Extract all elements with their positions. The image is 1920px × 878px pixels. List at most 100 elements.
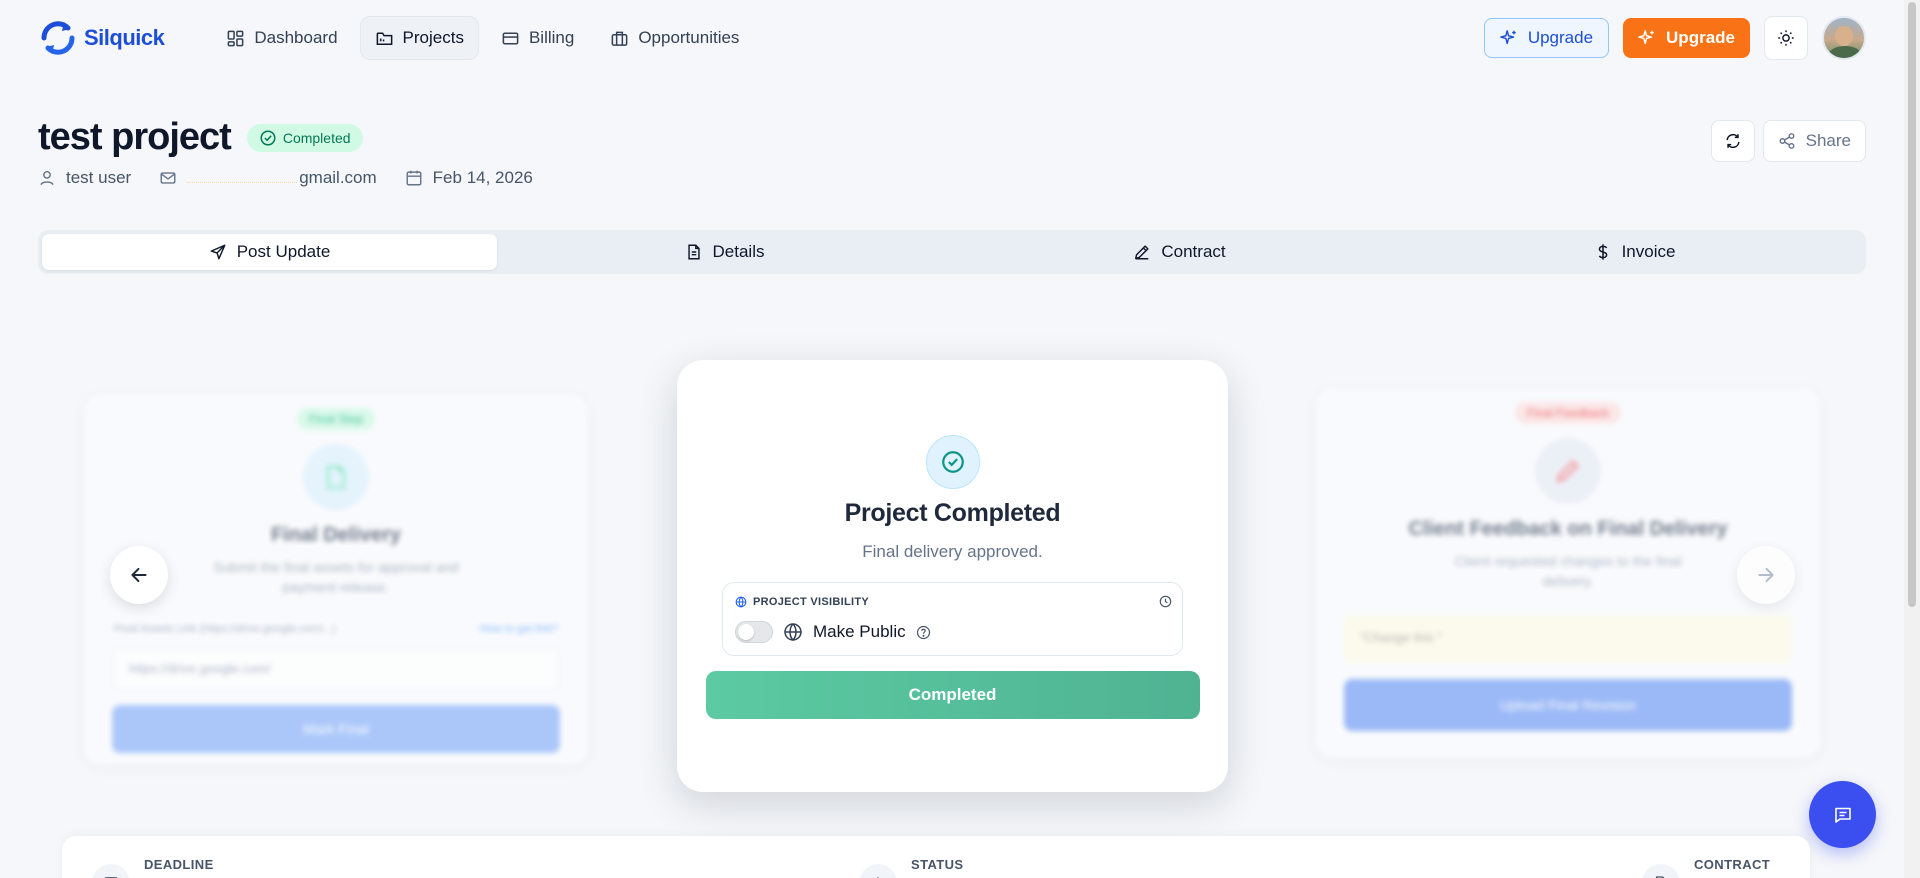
contract-label: CONTRACT: [1694, 857, 1771, 872]
meta-user: test user: [38, 168, 131, 188]
project-meta: test user gmail.com Feb 14, 2026: [38, 168, 533, 188]
check-circle-icon: [260, 129, 276, 146]
project-completed-subtitle: Final delivery approved.: [862, 542, 1043, 561]
logo[interactable]: Silquick: [38, 20, 165, 56]
document-icon: [687, 244, 700, 260]
tab-invoice-label: Invoice: [1621, 242, 1676, 261]
project-completed-card: Project Completed Final delivery approve…: [677, 360, 1228, 792]
calendar-icon: [406, 170, 422, 186]
document-icon: [327, 465, 345, 489]
globe-icon: [735, 596, 747, 608]
final-delivery-icon-wrap: [303, 444, 369, 510]
chat-button[interactable]: [1809, 781, 1876, 848]
meta-date: Feb 14, 2026: [405, 168, 533, 188]
project-visibility-label: PROJECT VISIBILITY: [735, 596, 869, 608]
check-circle-icon: [941, 451, 964, 473]
mark-final-button[interactable]: Mark Final: [112, 705, 560, 753]
redacted-email: [187, 173, 298, 183]
upload-final-revision-button[interactable]: Upload Final Revision: [1344, 679, 1792, 731]
share-button[interactable]: Share: [1762, 120, 1866, 162]
client-feedback-text: "Change this ": [1344, 615, 1792, 663]
client-feedback-title: Client Feedback on Final Delivery: [1408, 518, 1728, 540]
status-icon-wrap: [859, 864, 897, 878]
deadline-label: DEADLINE: [144, 857, 214, 872]
nav-opportunities[interactable]: Opportunities: [596, 16, 753, 60]
meta-user-name: test user: [66, 168, 132, 187]
chat-icon: [1834, 807, 1851, 823]
meta-email: gmail.com: [159, 168, 377, 188]
page-scrollbar[interactable]: [1904, 0, 1920, 878]
header-actions: Share: [1710, 120, 1866, 162]
nav-opportunities-label: Opportunities: [638, 28, 740, 47]
user-avatar[interactable]: [1822, 16, 1866, 60]
visibility-info-icon[interactable]: [1159, 595, 1172, 613]
user-icon: [40, 170, 54, 186]
status-info: STATUS: [859, 856, 963, 878]
status-label: STATUS: [911, 857, 964, 872]
contract-icon-wrap: [1642, 864, 1680, 878]
refresh-icon: [1726, 133, 1740, 149]
scrollbar-thumb[interactable]: [1908, 2, 1916, 607]
completed-icon-wrap: [925, 435, 980, 489]
final-feedback-pill: Final Feedback: [1514, 402, 1622, 424]
nav-projects-label: Projects: [402, 28, 464, 47]
completed-button[interactable]: Completed: [705, 671, 1200, 719]
carousel-prev-button[interactable]: [110, 546, 168, 604]
project-visibility-text: PROJECT VISIBILITY: [753, 596, 870, 608]
refresh-button[interactable]: [1710, 120, 1755, 162]
sparkle-icon: [1499, 30, 1516, 45]
logo-icon: [41, 21, 75, 55]
arrow-right-icon: [1758, 567, 1774, 583]
meta-date-value: Feb 14, 2026: [432, 168, 533, 187]
share-label: Share: [1805, 131, 1851, 150]
project-visibility-box: PROJECT VISIBILITY Make Public: [722, 582, 1183, 656]
sparkle-icon: [1638, 30, 1654, 45]
how-to-get-link[interactable]: How to get link?: [480, 623, 558, 635]
contract-info: CONTRACT: [1642, 856, 1770, 878]
theme-toggle-button[interactable]: [1764, 16, 1808, 60]
final-step-pill: Final Step: [296, 408, 376, 430]
tab-invoice[interactable]: Invoice: [1407, 234, 1862, 270]
nav-dashboard-label: Dashboard: [254, 28, 338, 47]
meta-email-value: gmail.com: [187, 168, 377, 188]
toggle-knob: [738, 624, 754, 640]
status-badge-label: Completed: [282, 129, 351, 146]
tab-details[interactable]: Details: [497, 234, 952, 270]
carousel-next-button[interactable]: [1737, 546, 1795, 604]
tab-post-update[interactable]: Post Update: [42, 234, 497, 270]
nav-projects[interactable]: Projects: [359, 16, 479, 60]
nav-actions: Upgrade Upgrade: [1483, 16, 1866, 60]
tab-contract[interactable]: Contract: [952, 234, 1407, 270]
globe-icon: [784, 623, 802, 642]
avatar-body: [1828, 46, 1862, 58]
upgrade-outline-button[interactable]: Upgrade: [1483, 18, 1610, 58]
final-assets-input[interactable]: https://drive.google.com/: [112, 647, 560, 691]
nav-dashboard[interactable]: Dashboard: [212, 16, 351, 60]
project-completed-title: Project Completed: [844, 499, 1061, 527]
calendar-icon-wrap: [92, 864, 130, 878]
upgrade-outline-label: Upgrade: [1527, 28, 1594, 47]
final-assets-link-row: Final Assets Link (https://drive.google.…: [84, 623, 588, 635]
client-feedback-icon-wrap: [1535, 438, 1601, 504]
make-public-label: Make Public: [813, 622, 906, 641]
tab-details-label: Details: [712, 242, 765, 261]
nav-billing[interactable]: Billing: [487, 16, 588, 60]
help-icon[interactable]: [916, 625, 931, 640]
share-icon: [1779, 133, 1795, 149]
pen-icon: [1135, 245, 1149, 260]
upgrade-button[interactable]: Upgrade: [1623, 18, 1750, 58]
make-public-toggle[interactable]: [735, 621, 773, 643]
project-info-strip: DEADLINE STATUS CONTRACT: [62, 836, 1810, 878]
card-icon: [502, 32, 519, 44]
dashboard-icon: [227, 30, 244, 46]
project-header: test project Completed: [38, 116, 363, 159]
project-title: test project: [38, 116, 232, 158]
briefcase-icon: [611, 31, 628, 46]
folder-icon: [376, 32, 392, 45]
tab-contract-label: Contract: [1161, 242, 1226, 261]
nav-billing-label: Billing: [528, 28, 575, 47]
project-tabs: Post Update Details Contract Invoice: [38, 230, 1866, 274]
make-public-row: Make Public: [735, 621, 931, 643]
client-feedback-description: Client requested changes to the final de…: [1454, 553, 1682, 589]
final-delivery-description: Submit the final assets for approval and…: [213, 559, 459, 595]
